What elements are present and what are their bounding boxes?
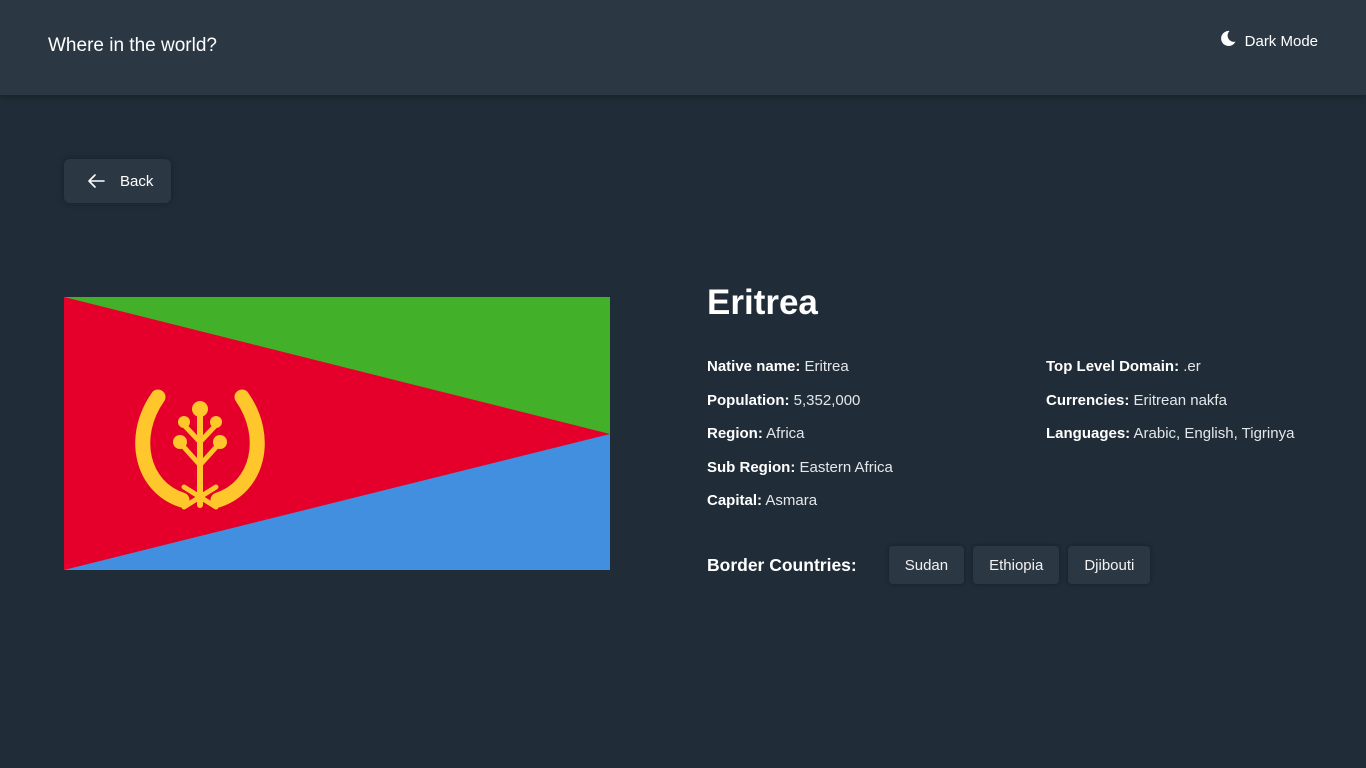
back-button[interactable]: Back [64,159,171,203]
moon-icon [1218,30,1237,48]
details-right-column: Top Level Domain: .er Currencies: Eritre… [1046,356,1294,457]
border-countries-label: Border Countries: [707,554,857,575]
detail-label: Capital: [707,492,763,509]
details-left-column: Native name: Eritrea Population: 5,352,0… [707,356,893,524]
detail-capital: Capital: Asmara [707,490,893,524]
detail-population: Population: 5,352,000 [707,390,893,424]
app-title: Where in the world? [48,35,217,56]
country-name: Eritrea [707,283,818,322]
border-country-button[interactable]: Djibouti [1068,546,1151,584]
detail-region: Region: Africa [707,423,893,457]
detail-value: Eritrean nakfa [1133,391,1227,409]
country-details: Eritrea Native name: Eritrea Population:… [707,282,1327,584]
dark-mode-toggle[interactable]: Dark Mode [1218,30,1318,50]
detail-label: Top Level Domain: [1046,358,1180,375]
detail-value: Eritrea [804,358,849,375]
detail-label: Population: [707,391,790,409]
detail-label: Sub Region: [707,458,796,476]
detail-value: Asmara [765,492,818,509]
detail-label: Region: [707,425,763,442]
detail-value: .er [1183,358,1201,375]
back-button-label: Back [120,172,154,190]
country-flag [64,297,610,570]
border-countries: Border Countries: Sudan Ethiopia Djibout… [707,546,1159,584]
border-country-button[interactable]: Ethiopia [973,546,1060,584]
arrow-left-icon [64,171,120,191]
detail-label: Native name: [707,358,801,375]
detail-sub-region: Sub Region: Eastern Africa [707,457,893,491]
detail-value: Africa [766,425,805,442]
detail-value: Arabic, English, Tigrinya [1133,425,1295,442]
detail-native-name: Native name: Eritrea [707,356,893,390]
detail-languages: Languages: Arabic, English, Tigrinya [1046,423,1294,457]
detail-top-level-domain: Top Level Domain: .er [1046,356,1294,390]
detail-currencies: Currencies: Eritrean nakfa [1046,390,1294,424]
border-country-button[interactable]: Sudan [888,546,965,584]
detail-label: Currencies: [1046,391,1130,409]
detail-label: Languages: [1046,425,1131,442]
detail-value: 5,352,000 [793,391,861,409]
dark-mode-label: Dark Mode [1244,33,1318,50]
app-header: Where in the world? Dark Mode [0,0,1366,95]
detail-value: Eastern Africa [799,458,893,476]
